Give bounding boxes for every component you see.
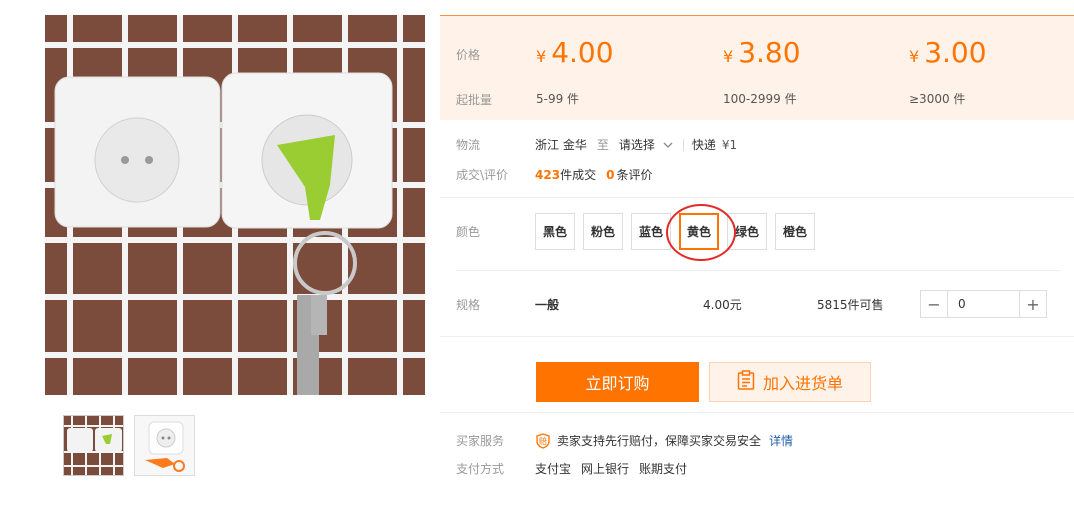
- service-details-link[interactable]: 详情: [769, 432, 793, 449]
- tier-price: 3.00: [924, 36, 987, 69]
- price-tier-3: ¥3.00 ≥3000 件: [909, 36, 987, 106]
- plus-icon[interactable]: +: [1019, 291, 1046, 317]
- add-to-cart-button[interactable]: 加入进货单: [709, 362, 871, 402]
- tier-price: 4.00: [551, 36, 614, 69]
- service-label: 买家服务: [456, 434, 505, 448]
- color-option-pink[interactable]: 粉色: [583, 213, 623, 250]
- currency-symbol: ¥: [723, 47, 734, 66]
- spec-stock: 5815件可售: [817, 297, 884, 312]
- thumbnail-list: [63, 415, 195, 476]
- product-info-panel: 价格 起批量 ¥4.00 5-99 件 ¥3.80 100-2999 件 ¥3.…: [440, 15, 1074, 476]
- main-product-image[interactable]: [45, 15, 425, 395]
- deal-unit: 件成交: [560, 168, 597, 182]
- svg-text:赔: 赔: [539, 436, 547, 446]
- payment-method-alipay: 支付宝: [535, 462, 572, 476]
- tier-price: 3.80: [738, 36, 801, 69]
- color-option-green[interactable]: 绿色: [727, 213, 767, 250]
- payment-label: 支付方式: [456, 462, 505, 476]
- spec-row: 规格 一般 4.00元 5815件可售 − +: [456, 289, 1060, 319]
- clipboard-icon: [737, 370, 755, 394]
- price-tier-1: ¥4.00 5-99 件: [536, 36, 614, 106]
- logistics-row: 物流 浙江 金华 至 请选择 快递 ¥1: [456, 136, 737, 153]
- deals-row: 成交\评价 423 件成交 0 条评价: [456, 166, 662, 183]
- payment-method-bank: 网上银行: [581, 462, 630, 476]
- spec-label: 规格: [456, 297, 481, 312]
- currency-symbol: ¥: [536, 47, 547, 66]
- divider: [682, 138, 684, 151]
- color-option-yellow[interactable]: 黄色: [679, 213, 719, 250]
- buy-now-button[interactable]: 立即订购: [536, 362, 699, 402]
- review-count[interactable]: 0: [606, 168, 614, 182]
- service-text: 卖家支持先行赔付，保障买家交易安全: [557, 434, 762, 448]
- color-label: 颜色: [456, 225, 481, 239]
- spec-name: 一般: [535, 297, 560, 312]
- review-unit: 条评价: [616, 168, 653, 182]
- chevron-down-icon[interactable]: [663, 138, 673, 152]
- color-option-black[interactable]: 黑色: [535, 213, 575, 250]
- price-label: 价格: [456, 48, 481, 62]
- thumbnail-1[interactable]: [63, 415, 124, 476]
- add-to-cart-label: 加入进货单: [762, 374, 843, 393]
- from-city: 浙江 金华: [535, 138, 587, 152]
- minus-icon[interactable]: −: [921, 291, 948, 317]
- deal-count[interactable]: 423: [535, 168, 560, 182]
- shipping-fee: ¥1: [721, 137, 738, 152]
- payment-method-credit: 账期支付: [639, 462, 688, 476]
- payment-row: 支付方式 支付宝 网上银行 账期支付: [456, 460, 697, 477]
- logistics-label: 物流: [456, 138, 481, 152]
- thumbnail-2[interactable]: [134, 415, 195, 476]
- spec-price: 4.00元: [703, 297, 742, 312]
- divider: [456, 270, 1060, 271]
- deals-label: 成交\评价: [456, 168, 509, 182]
- buyer-service-row: 买家服务 赔 卖家支持先行赔付，保障买家交易安全 详情: [456, 432, 793, 449]
- price-tier-2: ¥3.80 100-2999 件: [723, 36, 801, 106]
- divider: [440, 412, 1074, 413]
- tier-range: ≥3000 件: [909, 92, 966, 106]
- shield-icon: 赔: [535, 432, 551, 449]
- price-box: 价格 起批量 ¥4.00 5-99 件 ¥3.80 100-2999 件 ¥3.…: [440, 15, 1074, 120]
- color-option-blue[interactable]: 蓝色: [631, 213, 671, 250]
- destination-select[interactable]: 请选择: [619, 136, 655, 153]
- express-label: 快递: [691, 138, 716, 152]
- color-option-orange[interactable]: 橙色: [775, 213, 815, 250]
- tier-range: 5-99 件: [536, 92, 580, 106]
- currency-symbol: ¥: [909, 47, 920, 66]
- divider: [440, 336, 1074, 337]
- quantity-input[interactable]: [948, 291, 1019, 317]
- color-options-row: 颜色 黑色 粉色 蓝色 黄色 绿色 橙色: [456, 213, 823, 250]
- product-page: 价格 起批量 ¥4.00 5-99 件 ¥3.80 100-2999 件 ¥3.…: [0, 0, 1074, 513]
- quantity-stepper: − +: [920, 290, 1047, 318]
- divider: [440, 197, 1074, 198]
- tier-range: 100-2999 件: [723, 92, 797, 106]
- to-text: 至: [596, 138, 609, 152]
- moq-label: 起批量: [456, 93, 493, 107]
